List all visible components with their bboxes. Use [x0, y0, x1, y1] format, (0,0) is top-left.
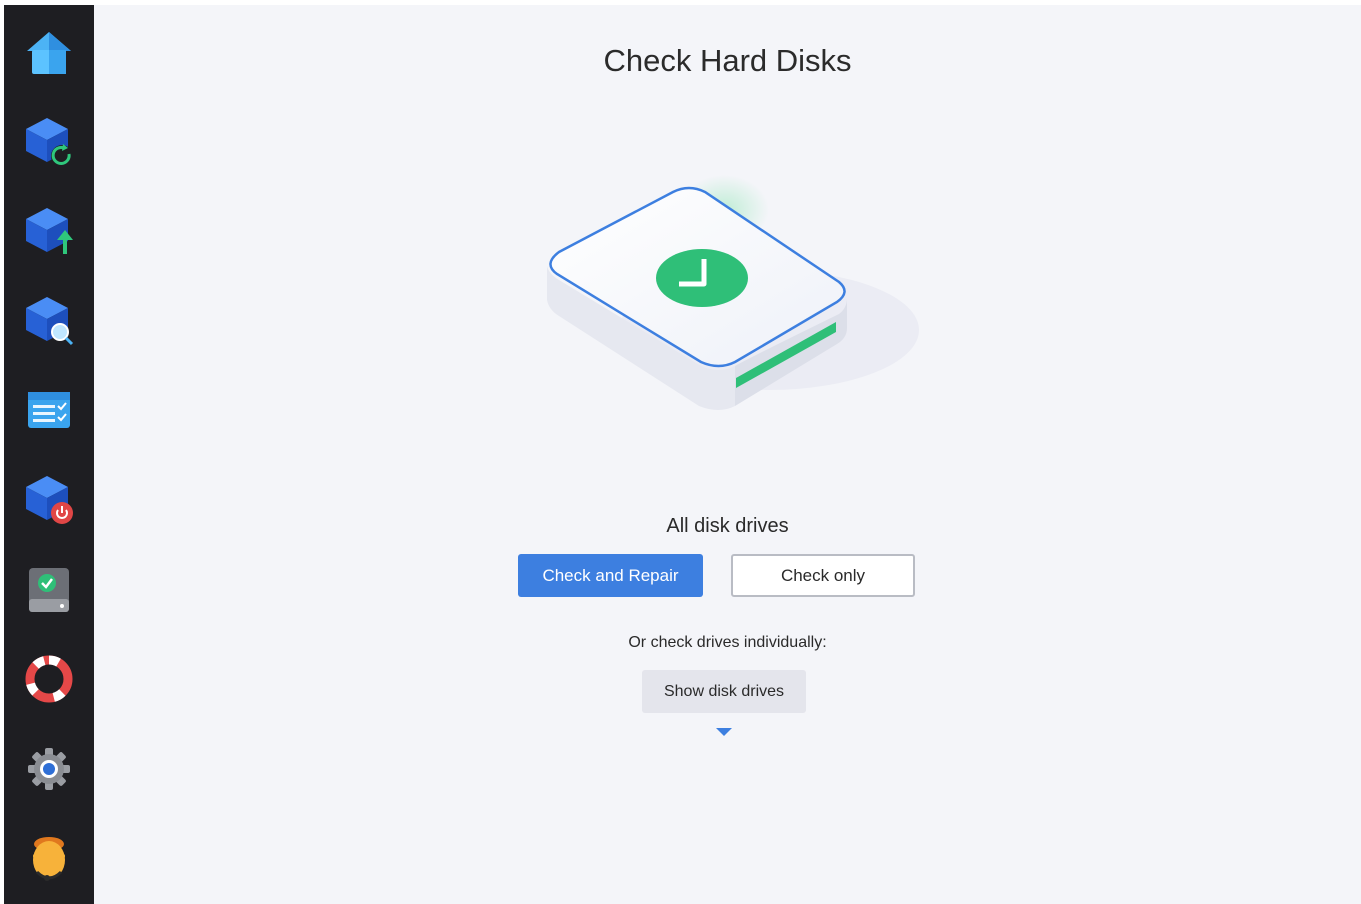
hard-disk-check-illustration — [539, 170, 919, 440]
sidebar-item-help[interactable] — [21, 651, 77, 707]
main-content: Check Hard Disks All disk drives Check a… — [94, 5, 1361, 904]
gear-icon — [25, 745, 73, 793]
check-individually-label: Or check drives individually: — [628, 634, 827, 651]
drive-check-icon — [25, 565, 73, 615]
sidebar-item-upload[interactable] — [21, 203, 77, 259]
support-agent-icon — [25, 834, 73, 884]
sidebar-item-check-disk[interactable] — [21, 562, 77, 618]
sidebar-item-settings[interactable] — [21, 741, 77, 797]
disk-search-icon — [22, 293, 76, 347]
checklist-icon — [25, 386, 73, 434]
home-icon — [24, 28, 74, 78]
disk-power-icon — [22, 472, 76, 526]
sidebar-item-account[interactable] — [21, 831, 77, 887]
disk-upload-icon — [22, 204, 76, 258]
backup-refresh-icon — [22, 114, 76, 168]
page-title: Check Hard Disks — [603, 43, 852, 78]
sidebar-item-home[interactable] — [21, 25, 77, 81]
sidebar-item-tasks[interactable] — [21, 382, 77, 438]
all-disk-drives-label: All disk drives — [666, 515, 789, 537]
lifebuoy-icon — [25, 655, 73, 703]
sidebar-item-backup[interactable] — [21, 113, 77, 169]
show-disk-drives-button[interactable]: Show disk drives — [642, 670, 806, 713]
check-only-button[interactable]: Check only — [731, 554, 915, 597]
chevron-down-icon[interactable] — [716, 725, 732, 736]
sidebar-item-power[interactable] — [21, 471, 77, 527]
sidebar — [4, 5, 94, 904]
sidebar-item-search[interactable] — [21, 292, 77, 348]
check-and-repair-button[interactable]: Check and Repair — [518, 554, 703, 597]
